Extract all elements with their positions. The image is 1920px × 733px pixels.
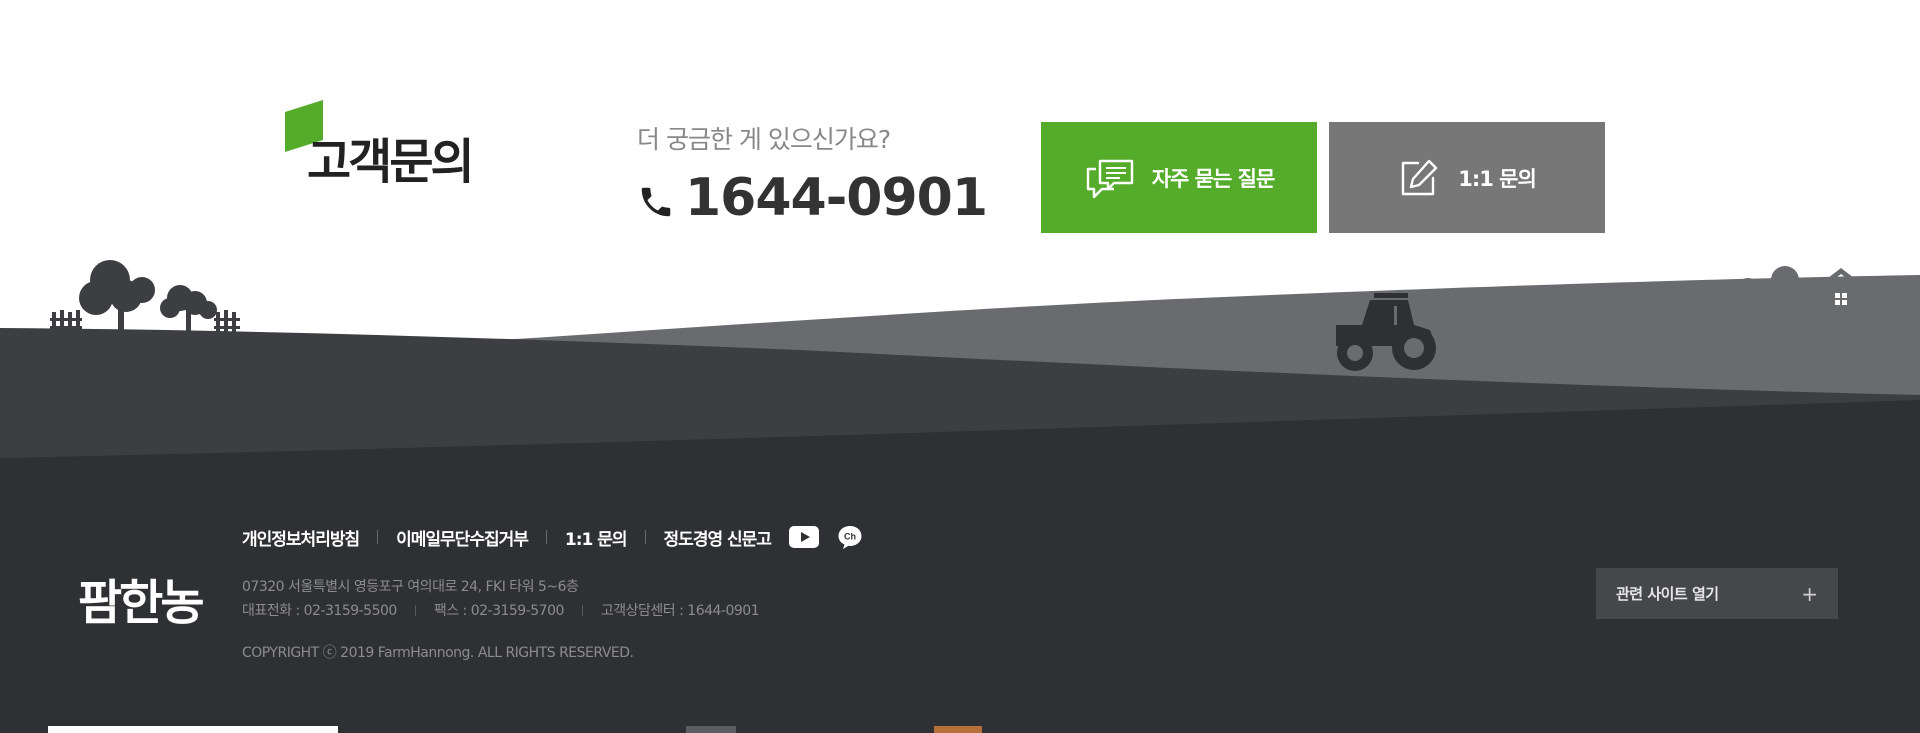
chat-bubbles-icon bbox=[1086, 159, 1133, 198]
contact-numbers: 대표전화 : 02-3159-5500 팩스 : 02-3159-5700 고객… bbox=[242, 600, 760, 620]
footer: 팜한농 개인정보처리방침 이메일무단수집거부 1:1 문의 정도경영 신문고 C… bbox=[0, 458, 1920, 733]
social-links: Ch bbox=[788, 524, 863, 550]
farm-landscape-illustration bbox=[0, 260, 1920, 460]
privacy-policy-link[interactable]: 개인정보처리방침 bbox=[242, 525, 360, 550]
contact-title: 고객문의 bbox=[285, 100, 495, 190]
edit-icon bbox=[1402, 159, 1438, 195]
copyright: COPYRIGHT ⓒ 2019 FarmHannong. ALL RIGHTS… bbox=[242, 645, 634, 661]
main-phone: 대표전화 : 02-3159-5500 bbox=[242, 603, 397, 619]
inquiry-button-label: 1:1 문의 bbox=[1458, 166, 1537, 191]
bottom-strip-item bbox=[686, 726, 736, 733]
ethics-report-link[interactable]: 정도경영 신문고 bbox=[664, 525, 772, 550]
company-address: 07320 서울특별시 영등포구 여의대로 24, FKI 타워 5~6층 bbox=[242, 579, 579, 595]
faq-button[interactable]: 자주 묻는 질문 bbox=[1041, 122, 1317, 233]
plus-icon: + bbox=[1801, 581, 1818, 606]
faq-button-label: 자주 묻는 질문 bbox=[1151, 166, 1276, 191]
phone-icon bbox=[641, 187, 671, 217]
divider bbox=[545, 530, 547, 544]
bottom-strip-item bbox=[48, 726, 338, 733]
fax: 팩스 : 02-3159-5700 bbox=[433, 603, 565, 619]
divider bbox=[377, 530, 379, 544]
footer-links: 개인정보처리방침 이메일무단수집거부 1:1 문의 정도경영 신문고 Ch bbox=[242, 524, 863, 550]
contact-question: 더 궁금한 게 있으신가요? bbox=[637, 125, 891, 154]
related-sites-toggle[interactable]: 관련 사이트 열기 + bbox=[1596, 568, 1838, 619]
bottom-strip-item bbox=[934, 726, 982, 733]
fence-right bbox=[214, 310, 240, 334]
tree-icon bbox=[79, 260, 155, 336]
kakao-channel-icon[interactable]: Ch bbox=[837, 524, 863, 550]
house-icon bbox=[1815, 268, 1867, 314]
divider bbox=[644, 530, 646, 544]
related-sites-label: 관련 사이트 열기 bbox=[1616, 585, 1719, 603]
divider bbox=[581, 604, 583, 616]
footer-logo[interactable]: 팜한농 bbox=[78, 563, 204, 633]
inquiry-link[interactable]: 1:1 문의 bbox=[565, 525, 628, 550]
phone-number[interactable]: 1644-0901 bbox=[685, 168, 988, 228]
email-refusal-link[interactable]: 이메일무단수집거부 bbox=[396, 525, 529, 550]
contact-title-text: 고객문의 bbox=[307, 134, 475, 190]
contact-phone: 1644-0901 bbox=[637, 168, 988, 228]
inquiry-button[interactable]: 1:1 문의 bbox=[1329, 122, 1605, 233]
youtube-icon[interactable] bbox=[788, 526, 819, 548]
page: 고객문의 더 궁금한 게 있으신가요? 1644-0901 자주 묻는 질문 1… bbox=[0, 0, 1920, 733]
divider bbox=[414, 604, 416, 616]
svg-text:Ch: Ch bbox=[844, 532, 856, 542]
customer-center-phone: 고객상담센터 : 1644-0901 bbox=[600, 603, 760, 619]
tree-icon bbox=[160, 285, 217, 336]
